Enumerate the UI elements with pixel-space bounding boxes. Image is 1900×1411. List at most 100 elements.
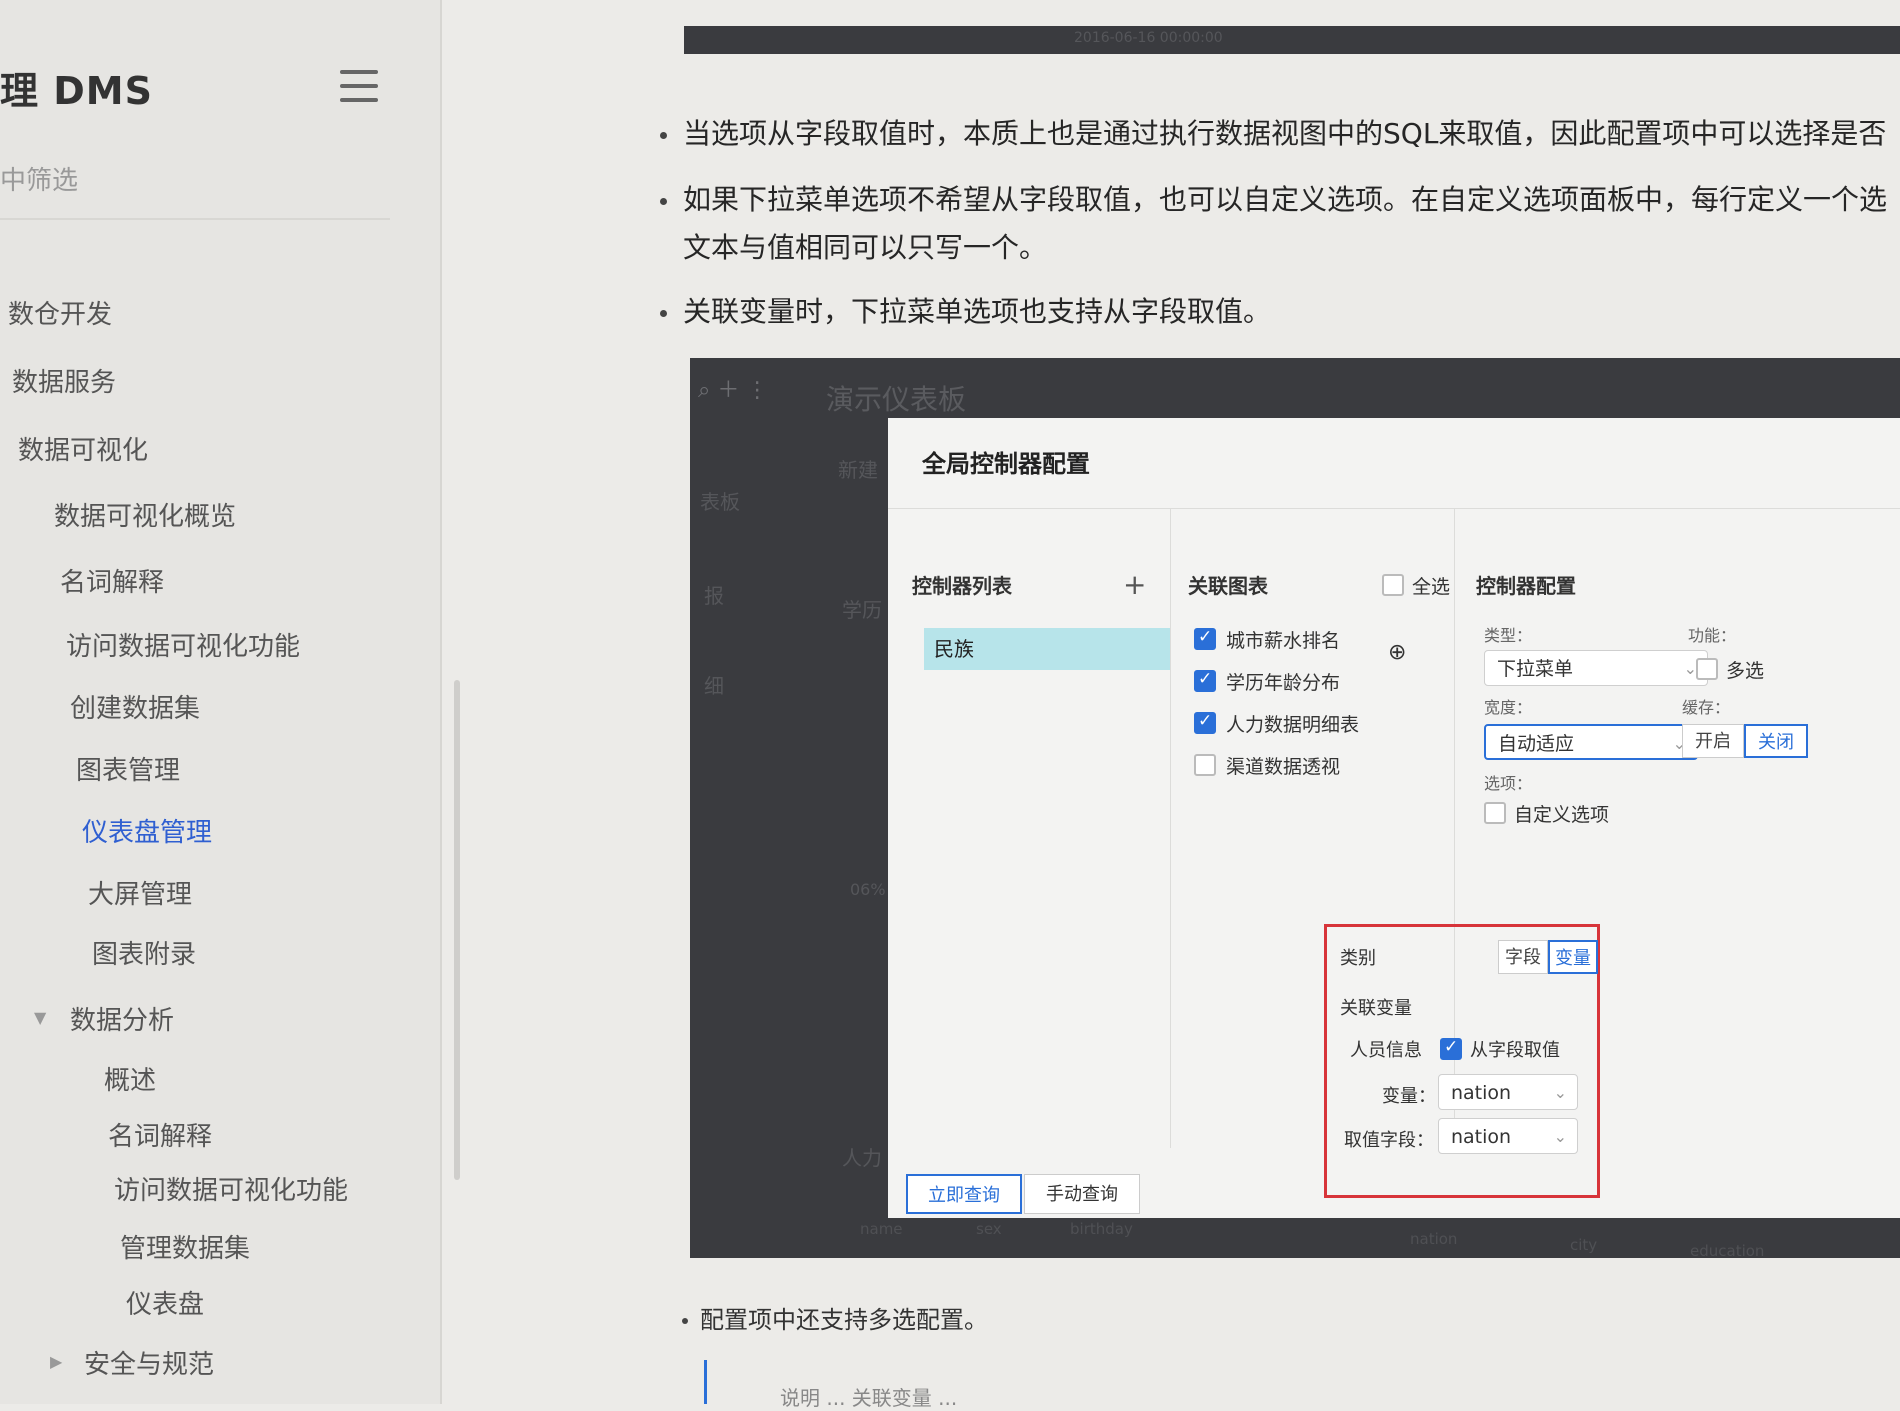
bullet-dot xyxy=(660,309,667,317)
category-variable-toggle[interactable]: 变量 xyxy=(1548,940,1598,974)
search-icon: ⌕ ＋ ⋮ xyxy=(698,378,769,403)
sidebar-item[interactable]: 创建数据集 xyxy=(70,688,200,725)
select-all-checkbox[interactable] xyxy=(1382,574,1404,596)
sidebar-item[interactable]: 访问数据可视化功能 xyxy=(66,626,300,663)
type-label: 类型： xyxy=(1484,626,1533,645)
from-field-label[interactable]: 从字段取值 xyxy=(1470,1036,1560,1062)
ghost-column: city xyxy=(1570,1236,1598,1254)
function-label: 功能： xyxy=(1688,626,1737,645)
custom-options-checkbox[interactable] xyxy=(1484,802,1506,824)
dash-ghost-label: 人力 xyxy=(842,1146,882,1170)
embedded-screenshot: ⌕ ＋ ⋮ 演示仪表板 表板 报 细 新建 学历 人力 06% name sex… xyxy=(690,358,1900,1260)
dashboard-title: 演示仪表板 xyxy=(826,383,967,416)
modal-title: 全局控制器配置 xyxy=(922,450,1090,478)
sidebar-item[interactable]: 管理数据集 xyxy=(120,1228,250,1265)
width-label: 宽度： xyxy=(1484,698,1533,717)
sidebar-item[interactable]: 名词解释 xyxy=(108,1116,212,1153)
bullet-text: 关联变量时，下拉菜单选项也支持从字段取值。 xyxy=(683,295,1272,328)
column-divider xyxy=(1170,508,1171,1148)
sidebar-item[interactable]: 图表管理 xyxy=(76,750,180,787)
chart-checkbox[interactable] xyxy=(1194,711,1216,734)
sidebar-item[interactable]: 数据可视化 xyxy=(18,430,148,467)
related-charts-heading: 关联图表 xyxy=(1188,574,1268,598)
sidebar-item[interactable]: 安全与规范 xyxy=(84,1344,214,1381)
variable-label: 变量： xyxy=(1382,1086,1436,1107)
sidebar-item[interactable]: 数仓开发 xyxy=(8,294,112,331)
chevron-down-icon: ⌄ xyxy=(1683,659,1697,678)
add-controller-button[interactable]: + xyxy=(1123,568,1146,601)
table-header-strip: 2016-06-16 00:00:00 xyxy=(684,26,1900,54)
doc-bullet: 关联变量时，下拉菜单选项也支持从字段取值。 xyxy=(660,290,1271,330)
width-select-value: 自动适应 xyxy=(1498,733,1575,755)
bullet-text: 配置项中还支持多选配置。 xyxy=(700,1306,988,1334)
dash-left-label: 细 xyxy=(704,674,724,698)
category-field-toggle[interactable]: 字段 xyxy=(1498,940,1548,974)
ghost-column: name xyxy=(860,1220,903,1238)
controller-config-heading: 控制器配置 xyxy=(1476,574,1576,598)
dash-left-label: 表板 xyxy=(700,490,740,514)
doc-bullet: 配置项中还支持多选配置。 xyxy=(682,1300,988,1335)
modal-divider xyxy=(888,508,1900,509)
bullet-dot xyxy=(660,131,667,139)
sidebar-scrollbar[interactable] xyxy=(454,680,460,1180)
controller-item-selected[interactable]: 民族 xyxy=(924,628,1170,670)
type-select[interactable]: 下拉菜单 ⌄ xyxy=(1484,650,1708,686)
sidebar-item[interactable]: 名词解释 xyxy=(60,562,164,599)
select-all-label[interactable]: 全选 xyxy=(1412,572,1450,599)
dash-ghost-label: 学历 xyxy=(842,598,882,622)
sidebar-item[interactable]: 大屏管理 xyxy=(88,874,192,911)
chart-checkbox[interactable] xyxy=(1194,627,1216,650)
text-caret xyxy=(704,1360,707,1404)
menu-toggle-icon[interactable] xyxy=(340,70,378,104)
category-label: 类别 xyxy=(1340,948,1376,969)
caret-right-icon[interactable]: ▶ xyxy=(50,1352,62,1371)
ghost-column: education xyxy=(1690,1242,1765,1260)
bullet-dot xyxy=(660,197,667,205)
width-select[interactable]: 自动适应 ⌄ xyxy=(1484,724,1698,760)
cache-off-toggle[interactable]: 关闭 xyxy=(1744,724,1808,758)
sidebar-divider xyxy=(0,218,390,220)
chevron-down-icon: ⌄ xyxy=(1553,1083,1567,1102)
dash-ghost-label: 06% xyxy=(850,880,886,899)
controller-list-heading: 控制器列表 xyxy=(912,574,1012,598)
value-field-select-value: nation xyxy=(1451,1126,1512,1148)
chart-checkbox[interactable] xyxy=(1194,754,1216,776)
sidebar-item[interactable]: 数据可视化概览 xyxy=(54,496,236,533)
options-label: 选项： xyxy=(1484,774,1533,793)
value-field-select[interactable]: nation ⌄ xyxy=(1438,1118,1578,1154)
sidebar-item[interactable]: 概述 xyxy=(104,1060,156,1097)
manual-query-button[interactable]: 手动查询 xyxy=(1024,1174,1140,1214)
bullet-dot xyxy=(682,1318,688,1324)
from-field-checkbox[interactable] xyxy=(1440,1037,1462,1060)
person-info-label: 人员信息 xyxy=(1350,1040,1422,1061)
ghost-column: birthday xyxy=(1070,1220,1133,1238)
type-select-value: 下拉菜单 xyxy=(1497,658,1574,680)
chart-label[interactable]: 渠道数据透视 xyxy=(1226,752,1340,779)
variable-select[interactable]: nation ⌄ xyxy=(1438,1074,1578,1110)
chart-label[interactable]: 学历年龄分布 xyxy=(1226,668,1340,695)
instant-query-button[interactable]: 立即查询 xyxy=(906,1174,1022,1214)
sidebar-item[interactable]: 数据分析 xyxy=(70,1000,174,1037)
dash-left-label: 报 xyxy=(704,584,724,608)
multi-select-checkbox[interactable] xyxy=(1696,658,1718,680)
value-field-label: 取值字段： xyxy=(1344,1130,1434,1151)
chart-label[interactable]: 城市薪水排名 xyxy=(1226,626,1340,653)
custom-options-label[interactable]: 自定义选项 xyxy=(1514,800,1609,827)
ghost-date: 2016-06-16 00:00:00 xyxy=(1074,30,1223,46)
global-controller-modal: 全局控制器配置 控制器列表 + 民族 关联图表 全选 城市薪水排名 学历年龄分布… xyxy=(888,418,1900,1218)
multi-select-label[interactable]: 多选 xyxy=(1726,656,1764,683)
sidebar-item[interactable]: 仪表盘 xyxy=(126,1284,204,1321)
sidebar-item[interactable]: 访问数据可视化功能 xyxy=(114,1170,348,1207)
sidebar-item[interactable]: 数据服务 xyxy=(12,362,116,399)
filter-label[interactable]: 中筛选 xyxy=(0,160,78,197)
chart-label[interactable]: 人力数据明细表 xyxy=(1226,710,1359,737)
cache-on-toggle[interactable]: 开启 xyxy=(1682,724,1744,758)
ghost-column: sex xyxy=(976,1220,1002,1238)
sidebar-item[interactable]: 图表附录 xyxy=(92,934,196,971)
chart-checkbox[interactable] xyxy=(1194,669,1216,692)
bullet-text: 如果下拉菜单选项不希望从字段取值，也可以自定义选项。在自定义选项面板中，每行定义… xyxy=(683,183,1888,216)
app-brand: 理 DMS xyxy=(0,69,153,113)
sidebar: 理 DMS 中筛选 数仓开发 数据服务 数据可视化 数据可视化概览 名词解释 访… xyxy=(0,0,442,1404)
caret-down-icon[interactable]: ▼ xyxy=(34,1008,46,1027)
sidebar-item-active[interactable]: 仪表盘管理 xyxy=(82,812,212,849)
